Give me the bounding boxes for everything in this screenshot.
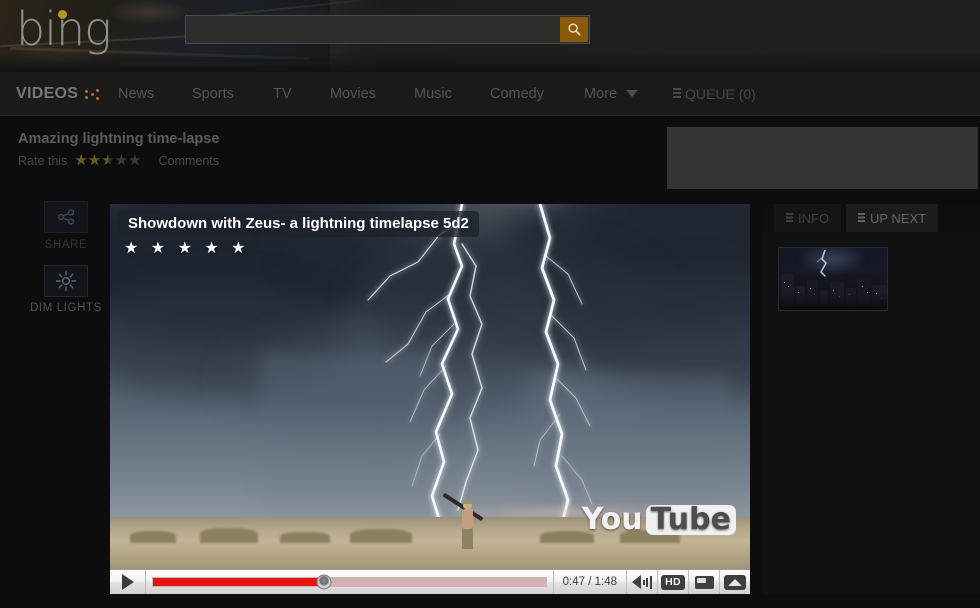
hd-quality-button[interactable]: HD xyxy=(657,570,688,594)
nav-item-label: Movies xyxy=(330,85,376,102)
captions-icon xyxy=(694,575,714,589)
progress-scrubber-handle[interactable] xyxy=(316,574,332,590)
lightning-icon xyxy=(816,250,827,277)
side-panel: INFO UP NEXT xyxy=(762,204,980,594)
rating-stars-filled: ★★★★★ xyxy=(74,153,108,168)
search-input[interactable] xyxy=(186,16,559,43)
expand-up-icon xyxy=(724,574,746,590)
nav-item-sports[interactable]: Sports xyxy=(192,72,234,115)
header-bottom-fade xyxy=(0,52,980,72)
play-icon xyxy=(121,574,134,590)
main-navigation: VIDEOS News Sports TV Movies Music Comed… xyxy=(0,72,980,116)
page-title: Amazing lightning time-lapse xyxy=(18,131,220,147)
bing-logo-dot-icon xyxy=(58,10,67,19)
nav-item-label: News xyxy=(118,85,155,102)
person-figure xyxy=(442,492,484,551)
nav-item-label: Sports xyxy=(192,85,234,102)
dim-lights-button[interactable] xyxy=(44,265,88,297)
tab-label: UP NEXT xyxy=(870,210,927,226)
list-icon xyxy=(673,88,681,99)
tab-label: INFO xyxy=(798,210,830,226)
nav-item-label: More xyxy=(584,85,618,102)
video-player[interactable]: You Tube Showdown with Zeus- a lightning… xyxy=(110,204,750,594)
nav-item-tv[interactable]: TV xyxy=(273,72,292,115)
nav-item-queue[interactable]: QUEUE (0) xyxy=(673,72,756,115)
play-button[interactable] xyxy=(110,570,146,594)
chevron-down-icon xyxy=(626,90,639,97)
comments-link[interactable]: Comments xyxy=(159,154,219,168)
video-frame[interactable]: You Tube Showdown with Zeus- a lightning… xyxy=(110,204,750,569)
progress-bar-played xyxy=(153,578,324,586)
expand-button[interactable] xyxy=(719,570,750,594)
progress-area xyxy=(146,570,553,594)
nav-item-more[interactable]: More xyxy=(584,72,639,115)
share-icon xyxy=(57,209,75,225)
tab-up-next[interactable]: UP NEXT xyxy=(846,204,939,232)
captions-button[interactable] xyxy=(688,570,719,594)
brightness-icon xyxy=(55,270,77,292)
youtube-watermark[interactable]: You Tube xyxy=(582,505,736,535)
nav-item-music[interactable]: Music xyxy=(414,72,452,115)
volume-icon xyxy=(632,575,652,589)
ad-placeholder xyxy=(667,127,978,189)
list-icon xyxy=(858,213,865,223)
rating-row: Rate this ★★★★★ ★★★★★ Comments xyxy=(18,153,219,168)
rating-stars[interactable]: ★★★★★ ★★★★★ xyxy=(74,153,141,168)
hd-badge: HD xyxy=(661,574,685,590)
share-button[interactable] xyxy=(44,201,88,233)
nav-item-news[interactable]: News xyxy=(118,72,154,115)
progress-bar[interactable] xyxy=(152,574,547,590)
side-panel-body xyxy=(762,232,980,594)
video-overlay-title: Showdown with Zeus- a lightning timelaps… xyxy=(118,211,479,237)
up-next-thumbnail[interactable] xyxy=(778,247,888,311)
side-panel-tabs: INFO UP NEXT xyxy=(762,204,980,232)
bing-videos-page: bing VIDEOS News Sports TV Movies Music … xyxy=(0,0,980,608)
player-controls: 0:47 / 1:48 HD xyxy=(110,569,750,594)
tab-info[interactable]: INFO xyxy=(774,204,842,232)
nav-brand-label: VIDEOS xyxy=(16,84,79,102)
queue-label: QUEUE (0) xyxy=(685,85,756,102)
nav-item-label: Music xyxy=(414,85,452,102)
search-bar xyxy=(185,15,590,44)
nav-brand-videos[interactable]: VIDEOS xyxy=(16,72,100,115)
bing-dots-icon xyxy=(85,88,100,100)
nav-item-label: Comedy xyxy=(490,85,544,102)
video-overlay-rating-stars[interactable]: ★ ★ ★ ★ ★ xyxy=(124,238,250,258)
search-icon xyxy=(567,23,581,36)
site-header: bing xyxy=(0,0,980,72)
youtube-tube-text: Tube xyxy=(645,505,736,535)
time-display: 0:47 / 1:48 xyxy=(552,570,626,594)
nav-item-comedy[interactable]: Comedy xyxy=(490,72,544,115)
volume-button[interactable] xyxy=(626,570,657,594)
nav-item-label: TV xyxy=(273,85,292,102)
list-icon xyxy=(786,213,793,223)
youtube-you-text: You xyxy=(581,502,643,537)
rate-this-label[interactable]: Rate this xyxy=(18,154,67,168)
search-button[interactable] xyxy=(560,17,588,42)
nav-item-movies[interactable]: Movies xyxy=(330,72,376,115)
